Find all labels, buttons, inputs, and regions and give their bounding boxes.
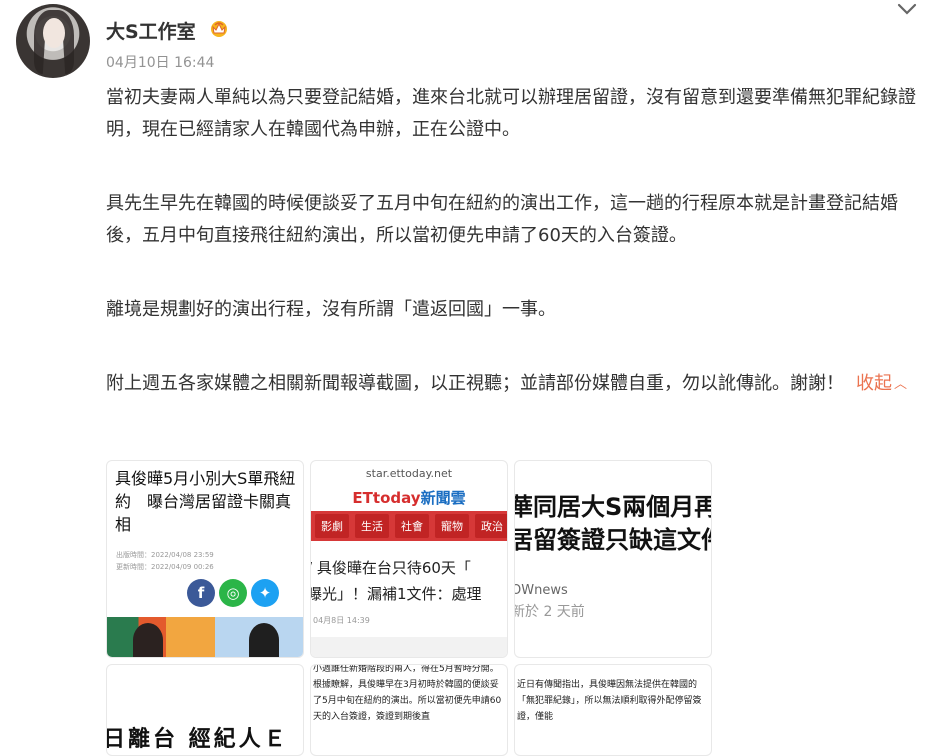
news-meta: 出版時間：2022/04/08 23:59 更新時間：2022/04/09 00…	[116, 549, 214, 573]
update-time: 更新時間：2022/04/09 00:26	[116, 563, 214, 571]
ettoday-logo: ETtoday新聞雲	[352, 489, 466, 507]
post-image-6[interactable]: 近日有傳聞指出，具俊曄因無法提供在韓國的「無犯罪紀錄」，所以無法順利取得外配停留…	[514, 664, 712, 756]
avatar[interactable]	[16, 4, 90, 78]
nav-item: 寵物	[435, 514, 469, 538]
post-paragraph: 具先生早先在韓國的時候便談妥了五月中旬在紐約的演出工作，這一趟的行程原本就是計畫…	[106, 193, 898, 246]
nav-item: 生活	[355, 514, 389, 538]
chevron-down-icon[interactable]	[894, 0, 920, 18]
news-source: OWnews	[514, 583, 568, 598]
post-paragraph: 附上週五各家媒體之相關新聞報導截圖，以正視聽；並請部份媒體自重，勿以訛傳訛。謝謝…	[106, 368, 918, 401]
post-image-1[interactable]: 具俊曄5月小別大S單飛紐約 曝台灣居留證卡關真相 出版時間：2022/04/08…	[106, 460, 304, 658]
news-time: 新於 2 天前	[514, 604, 585, 620]
news-headline: 具俊曄5月小別大S單飛紐約 曝台灣居留證卡關真相	[115, 469, 296, 534]
site-nav: 影劇 生活 社會 寵物 政治	[311, 511, 507, 541]
share-icons: f ◎ ✦	[187, 579, 279, 607]
news-photo	[107, 617, 303, 657]
post-timestamp[interactable]: 04月10日 16:44	[106, 52, 214, 72]
news-headline: / 具俊曄在台只待60天「 曝光」！漏補1文件：處理	[310, 559, 482, 603]
news-headline: 日離台 經紀人Ｅ	[106, 727, 289, 752]
news-date: 04月8日 14:39	[313, 616, 370, 625]
line-icon: ◎	[219, 579, 247, 607]
news-body: 近日有傳聞指出，具俊曄因無法提供在韓國的「無犯罪紀錄」，所以無法順利取得外配停留…	[517, 680, 702, 722]
site-url: star.ettoday.net	[365, 467, 453, 480]
nav-item: 政治	[475, 514, 507, 538]
post-paragraph: 當初夫妻兩人單純以為只要登記結婚，進來台北就可以辦理居留證，沒有留意到還要準備無…	[106, 87, 916, 140]
news-headline: 華同居大S兩個月再 居留簽證只缺這文件	[514, 493, 712, 554]
collapse-label[interactable]: 收起	[856, 373, 892, 394]
vip-crown-icon	[211, 21, 227, 37]
post-text: 當初夫妻兩人單純以為只要登記結婚，進來台北就可以辦理居留證，沒有留意到還要準備無…	[106, 82, 918, 401]
nav-item: 影劇	[315, 514, 349, 538]
chevron-up-icon[interactable]: ︿	[894, 369, 907, 401]
post-paragraph: 離境是規劃好的演出行程，沒有所謂「遣返回國」一事。	[106, 299, 556, 320]
twitter-icon: ✦	[251, 579, 279, 607]
facebook-icon: f	[187, 579, 215, 607]
post-image-5[interactable]: 小週誰任新婚階段的兩人，得在5月暫時分開。根據瞭解，具俊曄早在3月初時於韓國的便…	[310, 664, 508, 756]
post-image-3[interactable]: 華同居大S兩個月再 居留簽證只缺這文件 OWnews 新於 2 天前	[514, 460, 712, 658]
username[interactable]: 大S工作室	[106, 17, 196, 44]
publish-time: 出版時間：2022/04/08 23:59	[116, 551, 214, 559]
post-image-2[interactable]: star.ettoday.net ETtoday新聞雲 影劇 生活 社會 寵物 …	[310, 460, 508, 658]
post-paragraph-text: 附上週五各家媒體之相關新聞報導截圖，以正視聽；並請部份媒體自重，勿以訛傳訛。謝謝…	[106, 373, 844, 394]
nav-item: 社會	[395, 514, 429, 538]
divider	[311, 637, 507, 657]
news-body: 小週誰任新婚階段的兩人，得在5月暫時分開。根據瞭解，具俊曄早在3月初時於韓國的便…	[313, 664, 502, 722]
collapse-link[interactable]: 收起 ︿	[856, 373, 907, 394]
post-image-4[interactable]: 日離台 經紀人Ｅ	[106, 664, 304, 756]
